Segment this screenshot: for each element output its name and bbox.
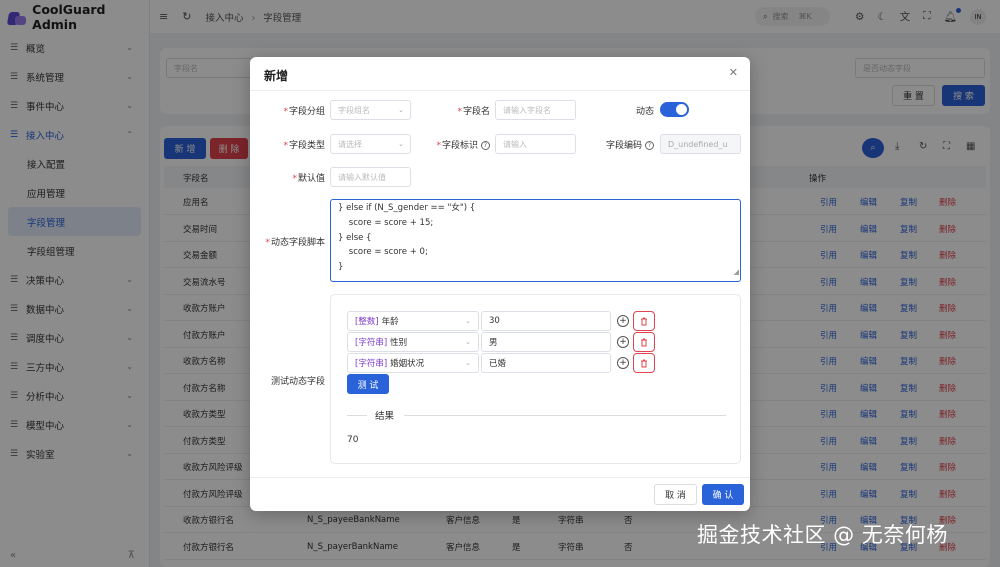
trash-icon: [641, 338, 647, 346]
code-line: } else {: [338, 232, 372, 243]
code-line: score = score + 15;: [338, 217, 434, 228]
chevron-down-icon: ⌄: [398, 106, 404, 114]
trash-icon: [641, 317, 647, 325]
field-name-label: *字段名: [457, 107, 490, 117]
code-line: score = score + 0;: [338, 247, 428, 258]
result-divider: 结果: [347, 408, 726, 422]
result-label: 结果: [375, 411, 395, 422]
watermark: 掘金技术社区 @ 无奈何杨: [697, 523, 948, 547]
chevron-down-icon: ⌄: [465, 359, 471, 367]
close-icon[interactable]: ✕: [729, 66, 738, 79]
test-button[interactable]: 测 试: [347, 374, 389, 394]
field-type-select[interactable]: 请选择 ⌄: [330, 134, 411, 154]
code-line: }: [338, 262, 344, 273]
add-circle-icon[interactable]: +: [617, 336, 629, 348]
script-editor[interactable]: } else if (N_S_gender == "女") { score = …: [330, 199, 741, 282]
default-value-input[interactable]: 请输入默认值: [330, 167, 411, 187]
delete-row-button[interactable]: [633, 311, 655, 331]
divider: [250, 477, 750, 478]
add-field-modal: 新增 ✕ *字段分组 字段组名 ⌄ *字段名 请输入字段名 动态 *字段类型 请选…: [250, 57, 750, 511]
field-identifier-label: *字段标识?: [420, 138, 490, 151]
field-code-label: 字段编码?: [590, 138, 654, 151]
code-line: } else if (N_S_gender == "女") {: [338, 203, 476, 213]
field-group-select[interactable]: 字段组名 ⌄: [330, 100, 411, 120]
dynamic-label: 动态: [635, 107, 654, 117]
result-value: 70: [347, 435, 359, 445]
field-group-label: *字段分组: [283, 107, 325, 117]
help-icon: ?: [481, 141, 490, 150]
help-icon: ?: [645, 141, 654, 150]
resize-handle-icon[interactable]: ◢: [734, 265, 739, 280]
confirm-button[interactable]: 确 认: [702, 484, 744, 505]
trash-icon: [641, 359, 647, 367]
script-label: *动态字段脚本: [265, 238, 325, 248]
cancel-button[interactable]: 取 消: [654, 484, 697, 505]
dynamic-toggle[interactable]: [660, 102, 689, 117]
field-code-input: D_undefined_u: [660, 134, 741, 154]
delete-row-button[interactable]: [633, 353, 655, 373]
field-type-label: *字段类型: [283, 141, 325, 151]
test-value-input[interactable]: 已婚: [481, 353, 611, 373]
test-field-select[interactable]: [整数] 年龄 ⌄: [347, 311, 479, 331]
field-name-input[interactable]: 请输入字段名: [495, 100, 576, 120]
chevron-down-icon: ⌄: [465, 338, 471, 346]
chevron-down-icon: ⌄: [398, 140, 404, 148]
field-identifier-input[interactable]: 请输入: [495, 134, 576, 154]
chevron-down-icon: ⌄: [465, 317, 471, 325]
add-circle-icon[interactable]: +: [617, 315, 629, 327]
test-label: 测试动态字段: [270, 377, 325, 387]
test-card: [整数] 年龄 ⌄ 30 + [字符串] 性别 ⌄ 男 + [字符串] 婚姻状况 ⌄ 已婚 …: [330, 294, 741, 464]
default-value-label: *默认值: [292, 174, 325, 184]
test-field-select[interactable]: [字符串] 性别 ⌄: [347, 332, 479, 352]
modal-title: 新增: [264, 69, 289, 83]
delete-row-button[interactable]: [633, 332, 655, 352]
divider: [250, 90, 750, 91]
test-value-input[interactable]: 男: [481, 332, 611, 352]
add-circle-icon[interactable]: +: [617, 357, 629, 369]
test-field-select[interactable]: [字符串] 婚姻状况 ⌄: [347, 353, 479, 373]
test-value-input[interactable]: 30: [481, 311, 611, 331]
